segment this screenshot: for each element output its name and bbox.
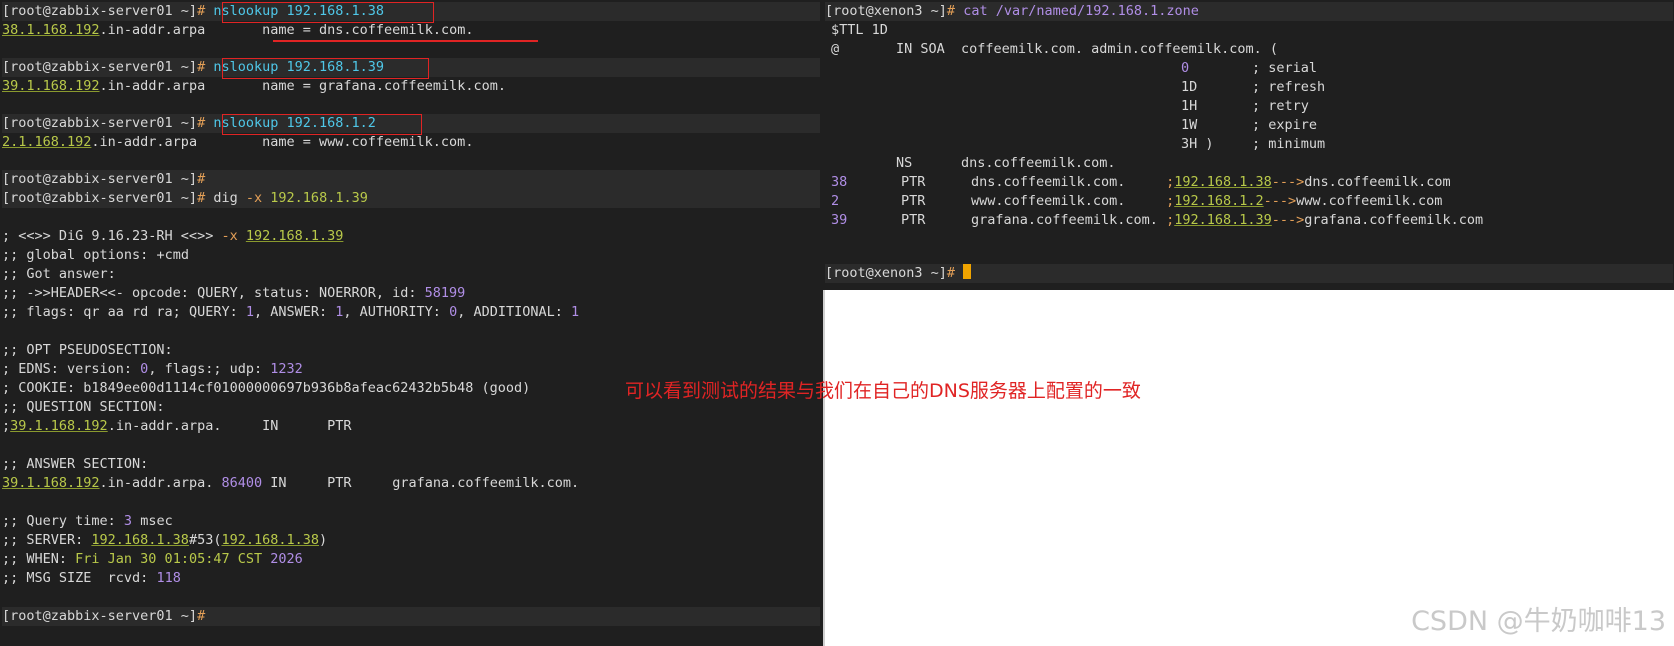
highlight-box [222,114,422,135]
terminal-line: 39.1.168.192.in-addr.arpa. 86400 IN PTR … [2,475,580,491]
terminal-line: ; COOKIE: b1849ee00d1114cf01000000697b93… [2,380,531,396]
terminal-line: www.coffeemilk.com. ;192.168.1.2--->www.… [971,193,1443,209]
text-cursor [963,264,972,279]
terminal-line: grafana.coffeemilk.com. ;192.168.1.39---… [971,212,1484,228]
terminal-line: 1W [1181,117,1198,133]
terminal-line: $TTL 1D [831,22,888,38]
terminal-line: [root@xenon3 ~]# cat /var/named/192.168.… [825,2,1673,21]
terminal-line: PTR [901,193,926,209]
terminal-line: [root@zabbix-server01 ~]# dig -x 192.168… [2,189,820,208]
terminal-line: ;; flags: qr aa rd ra; QUERY: 1, ANSWER:… [2,304,580,320]
terminal-line: ;; WHEN: Fri Jan 30 01:05:47 CST 2026 [2,551,303,567]
watermark: CSDN @牛奶咖啡13 [1411,606,1666,637]
terminal-line: ;; ANSWER SECTION: [2,456,149,472]
terminal-line: ;; MSG SIZE rcvd: 118 [2,570,181,586]
terminal-line: 2 [831,193,840,209]
terminal-line: ; refresh [1252,79,1326,95]
terminal-line: ; minimum [1252,136,1326,152]
terminal-line: 38 [831,174,848,190]
highlight-box [222,2,434,23]
terminal-line: ;; OPT PSEUDOSECTION: [2,342,173,358]
terminal-line: ;; Got answer: [2,266,116,282]
terminal-line: NS dns.coffeemilk.com. [831,155,1116,171]
terminal-line: ;; SERVER: 192.168.1.38#53(192.168.1.38) [2,532,328,548]
terminal-line: ; <<>> DiG 9.16.23-RH <<>> -x 192.168.1.… [2,228,344,244]
terminal-line: ; EDNS: version: 0, flags:; udp: 1232 [2,361,303,377]
terminal-line[interactable]: [root@zabbix-server01 ~]# [2,607,820,626]
terminal-line: 39 [831,212,848,228]
terminal-line: ;39.1.168.192.in-addr.arpa. IN PTR [2,418,352,434]
shell-prompt: [root@zabbix-server01 ~] [2,3,198,19]
terminal-line: ;; global options: +cmd [2,247,189,263]
terminal-line: 39.1.168.192.in-addr.arpa name = grafana… [2,78,506,94]
terminal-line: ; retry [1252,98,1309,114]
terminal-line: 1H [1181,98,1198,114]
highlight-underline [273,40,538,42]
terminal-line: 3H ) [1181,136,1214,152]
right-terminal-window[interactable]: [root@xenon3 ~]# cat /var/named/192.168.… [823,0,1674,290]
terminal-line: ; expire [1252,117,1318,133]
terminal-line: PTR [901,174,926,190]
annotation-text: 可以看到测试的结果与我们在自己的DNS服务器上配置的一致 [625,380,1141,402]
terminal-line: 2.1.168.192.in-addr.arpa name = www.coff… [2,134,474,150]
terminal-line: [root@zabbix-server01 ~]# [2,170,820,189]
left-terminal-window[interactable]: [root@zabbix-server01 ~]# nslookup 192.1… [0,0,823,646]
terminal-line: 38.1.168.192.in-addr.arpa name = dns.cof… [2,22,474,38]
highlight-box [222,58,429,79]
terminal-line: dns.coffeemilk.com. ;192.168.1.38--->dns… [971,174,1451,190]
terminal-line: @ IN SOA coffeemilk.com. admin.coffeemil… [831,41,1279,57]
terminal-line: 1D [1181,79,1198,95]
terminal-line: ;; QUESTION SECTION: [2,399,165,415]
terminal-line: ; serial [1252,60,1318,76]
terminal-line: PTR [901,212,926,228]
terminal-line: ;; Query time: 3 msec [2,513,173,529]
terminal-line[interactable]: [root@xenon3 ~]# [825,264,1673,283]
terminal-line: 0 [1181,60,1190,76]
terminal-line: ;; ->>HEADER<<- opcode: QUERY, status: N… [2,285,466,301]
